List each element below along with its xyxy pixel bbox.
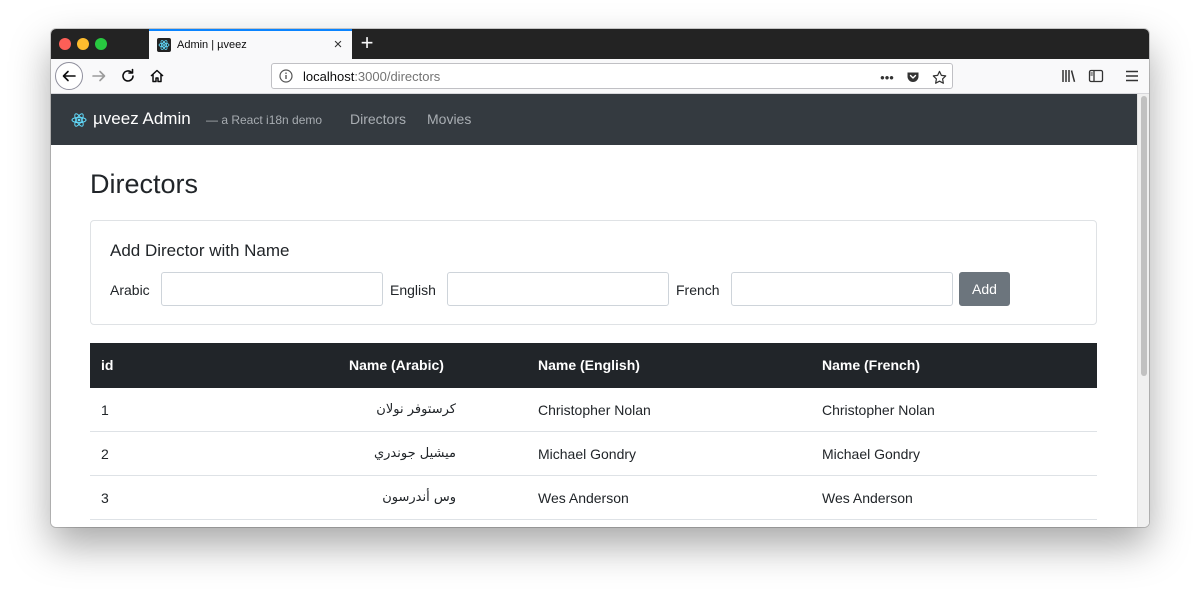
- tab-strip: Admin | µveez × +: [51, 29, 1149, 59]
- forward-arrow-icon[interactable]: [88, 65, 110, 87]
- table-row: 1 كرستوفر نولان Christopher Nolan Christ…: [90, 388, 1097, 432]
- cell-name-english: Wes Anderson: [538, 490, 629, 506]
- english-label: English: [390, 282, 436, 298]
- cell-name-english: Michael Gondry: [538, 446, 637, 462]
- react-logo-icon: [157, 38, 171, 52]
- more-icon[interactable]: •••: [878, 68, 896, 86]
- pocket-icon[interactable]: [904, 68, 922, 86]
- header-name-english: Name (English): [538, 357, 640, 373]
- url-actions: •••: [878, 67, 948, 87]
- page-scrollbar[interactable]: [1137, 94, 1149, 527]
- page-title: Directors: [90, 169, 199, 199]
- browser-toolbar: localhost:3000/directors •••: [51, 59, 1149, 94]
- cell-name-arabic: ميشيل جوندري: [373, 446, 456, 461]
- cell-name-french: Christopher Nolan: [822, 402, 935, 418]
- cell-name-french: Wes Anderson: [822, 490, 913, 506]
- url-text: localhost:3000/directors: [303, 69, 441, 84]
- arabic-label: Arabic: [110, 282, 150, 298]
- browser-window: Admin | µveez × + localhost:3000/directo…: [51, 29, 1149, 527]
- cell-name-english: Christopher Nolan: [538, 402, 651, 418]
- brand-tagline: — a React i18n demo: [206, 113, 323, 127]
- nav-link-directors[interactable]: Directors: [350, 111, 406, 127]
- cell-name-arabic: كرستوفر نولان: [376, 402, 456, 417]
- sidebar-icon[interactable]: [1085, 65, 1107, 87]
- header-name-french: Name (French): [822, 357, 921, 373]
- header-name-arabic: Name (Arabic): [349, 357, 444, 373]
- library-icon[interactable]: [1058, 65, 1080, 87]
- maximize-window-button[interactable]: [95, 38, 107, 50]
- add-button[interactable]: Add: [959, 272, 1010, 306]
- close-icon[interactable]: ×: [330, 36, 346, 52]
- hamburger-menu-icon[interactable]: [1121, 65, 1143, 87]
- card-title: Add Director with Name: [110, 241, 290, 260]
- cell-name-arabic: وس أندرسون: [382, 490, 456, 505]
- add-director-card: Add Director with Name Arabic English Fr…: [90, 220, 1097, 325]
- bookmark-star-icon[interactable]: [930, 68, 948, 86]
- nav-link-movies[interactable]: Movies: [427, 111, 471, 127]
- header-id: id: [101, 357, 114, 373]
- minimize-window-button[interactable]: [77, 38, 89, 50]
- close-window-button[interactable]: [59, 38, 71, 50]
- plus-icon[interactable]: +: [357, 32, 377, 56]
- cell-id: 1: [101, 402, 109, 418]
- cell-id: 3: [101, 490, 109, 506]
- reload-icon[interactable]: [117, 65, 139, 87]
- french-label: French: [676, 282, 720, 298]
- tab-title: Admin | µveez: [177, 39, 247, 51]
- french-name-input[interactable]: [731, 272, 953, 306]
- info-icon[interactable]: [279, 69, 293, 83]
- react-logo-icon: [71, 112, 87, 128]
- home-icon[interactable]: [146, 65, 168, 87]
- table-row: 2 ميشيل جوندري Michael Gondry Michael Go…: [90, 432, 1097, 476]
- arabic-name-input[interactable]: [161, 272, 383, 306]
- scrollbar-thumb[interactable]: [1141, 96, 1147, 376]
- cell-name-french: Michael Gondry: [822, 446, 921, 462]
- url-bar[interactable]: localhost:3000/directors •••: [271, 63, 953, 89]
- table-header: id Name (Arabic) Name (English) Name (Fr…: [90, 343, 1097, 388]
- cell-id: 2: [101, 446, 109, 462]
- brand-title[interactable]: µveez Admin: [93, 109, 191, 129]
- english-name-input[interactable]: [447, 272, 669, 306]
- browser-tab[interactable]: Admin | µveez ×: [149, 29, 352, 59]
- page-viewport: µveez Admin — a React i18n demo Director…: [51, 94, 1149, 527]
- table-row: 3 وس أندرسون Wes Anderson Wes Anderson: [90, 476, 1097, 520]
- back-arrow-icon[interactable]: [55, 62, 83, 90]
- app-navbar: µveez Admin — a React i18n demo Director…: [51, 94, 1137, 145]
